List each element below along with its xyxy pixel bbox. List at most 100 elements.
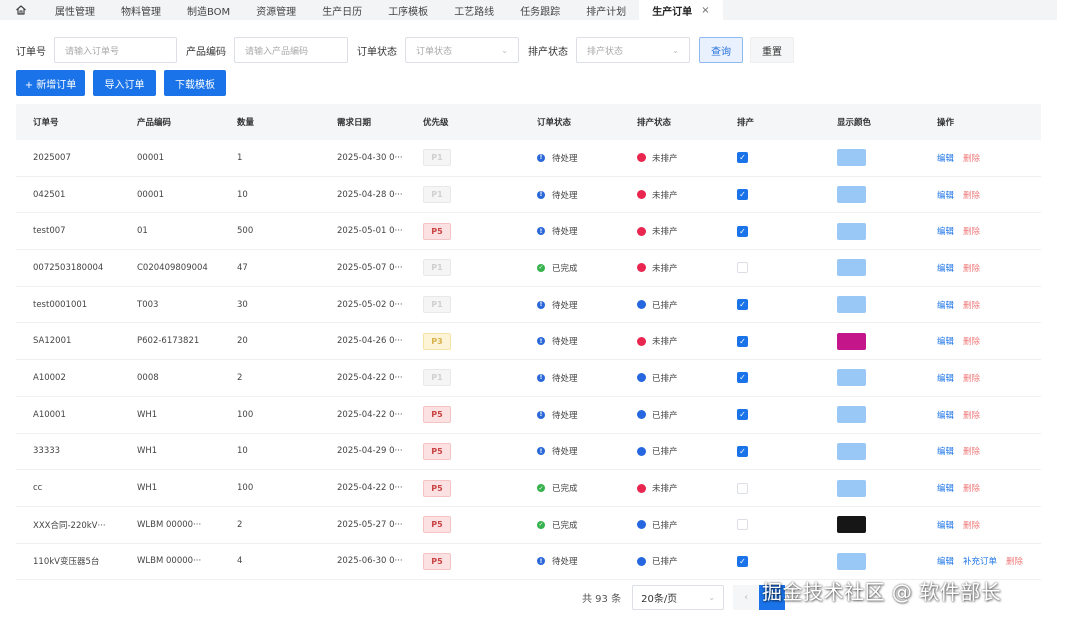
schedule-checkbox[interactable]: ✓ [737, 225, 748, 237]
edit-link[interactable]: 编辑 [937, 225, 954, 237]
display-color-cell [820, 259, 920, 277]
display-color-cell [820, 296, 920, 314]
order-status-select[interactable]: 订单状态 ⌄ [405, 37, 519, 63]
schedule-cell: ✓ [720, 189, 820, 201]
tab-item[interactable]: 物料管理 [108, 0, 174, 20]
delete-link[interactable]: 删除 [963, 262, 980, 274]
schedule-checkbox[interactable]: ✓ [737, 299, 748, 311]
info-circle-icon: ! [537, 300, 545, 309]
priority-cell: P1 [406, 296, 520, 314]
schedule-checkbox[interactable] [737, 519, 748, 531]
color-swatch [837, 149, 866, 167]
schedule-checkbox[interactable]: ✓ [737, 409, 748, 421]
tab-item[interactable]: 工艺路线 [441, 0, 507, 20]
edit-link[interactable]: 编辑 [937, 372, 954, 384]
schedule-status-text: 未排产 [652, 153, 678, 164]
edit-link[interactable]: 编辑 [937, 409, 954, 421]
schedule-checkbox[interactable] [737, 482, 748, 494]
schedule-checkbox[interactable]: ✓ [737, 335, 748, 347]
delete-link[interactable]: 删除 [963, 409, 980, 421]
edit-link[interactable]: 编辑 [937, 189, 954, 201]
product-code-cell: WH1 [137, 483, 158, 494]
order-no-cell: A10001 [33, 409, 66, 420]
home-tab[interactable] [0, 0, 42, 20]
order-status-text: 待处理 [552, 410, 578, 421]
edit-link[interactable]: 编辑 [937, 152, 954, 164]
download-template-button[interactable]: 下载模板 [164, 70, 226, 96]
tab-label: 任务跟踪 [520, 6, 561, 18]
edit-link[interactable]: 编辑 [937, 262, 954, 274]
tab-item[interactable]: 制造BOM [174, 0, 243, 20]
delete-link[interactable]: 删除 [963, 189, 980, 201]
page-size-select[interactable]: 20条/页 ⌄ [632, 585, 725, 610]
column-header: 排产 [737, 118, 755, 128]
schedule-status-select[interactable]: 排产状态 ⌄ [576, 37, 690, 63]
supplement-order-link[interactable]: 补充订单 [963, 555, 997, 567]
schedule-status-cell: 已排产 [620, 519, 720, 531]
reset-button[interactable]: 重置 [750, 37, 794, 63]
display-color-cell [820, 442, 920, 460]
delete-link[interactable]: 删除 [1006, 555, 1023, 567]
operations-cell: 编辑 删除 [920, 445, 1041, 457]
schedule-checkbox[interactable]: ✓ [737, 189, 748, 201]
schedule-cell: ✓ [720, 555, 820, 567]
product-code-input[interactable]: 请输入产品编码 [234, 37, 348, 63]
quantity-cell: 10 [237, 446, 248, 457]
add-order-button[interactable]: + 新增订单 [16, 70, 85, 96]
delete-link[interactable]: 删除 [963, 445, 980, 457]
prev-page-button[interactable]: ‹ [733, 585, 760, 610]
schedule-status-text: 已排产 [652, 373, 678, 384]
schedule-checkbox[interactable]: ✓ [737, 152, 748, 164]
order-no-cell: A10002 [33, 372, 66, 383]
order-no-input[interactable]: 请输入订单号 [54, 37, 177, 63]
import-order-button[interactable]: 导入订单 [93, 70, 156, 96]
info-circle-icon: ! [537, 227, 545, 236]
edit-link[interactable]: 编辑 [937, 445, 954, 457]
order-no-cell: 042501 [33, 189, 66, 200]
edit-link[interactable]: 编辑 [937, 335, 954, 347]
priority-tag: P5 [423, 222, 451, 240]
quantity-cell: 47 [237, 262, 248, 273]
filter-bar: 订单号 请输入订单号 产品编码 请输入产品编码 订单状态 订单状态 ⌄ 排产状态… [16, 37, 794, 63]
order-status-text: 待处理 [552, 557, 578, 568]
delete-link[interactable]: 删除 [963, 372, 980, 384]
edit-link[interactable]: 编辑 [937, 555, 954, 567]
schedule-checkbox[interactable]: ✓ [737, 555, 748, 567]
order-status-text: 待处理 [552, 373, 578, 384]
delete-link[interactable]: 删除 [963, 152, 980, 164]
delete-link[interactable]: 删除 [963, 335, 980, 347]
display-color-cell [820, 479, 920, 497]
tab-item[interactable]: 排产计划 [573, 0, 639, 20]
edit-link[interactable]: 编辑 [937, 482, 954, 494]
tab-item[interactable]: 生产日历 [309, 0, 375, 20]
tab-item[interactable]: 工序模板 [375, 0, 441, 20]
order-status-text: 待处理 [552, 447, 578, 458]
order-status-cell: ! 待处理 [520, 555, 620, 567]
delete-link[interactable]: 删除 [963, 225, 980, 237]
query-button[interactable]: 查询 [699, 37, 743, 63]
edit-link[interactable]: 编辑 [937, 519, 954, 531]
delete-link[interactable]: 删除 [963, 482, 980, 494]
status-dot-icon [637, 190, 646, 200]
info-circle-icon: ! [537, 190, 545, 199]
table-row: A10001 WH1 100 2025-04-22 0··· P5! 待处理 已排产 ✓ 编辑删… [16, 397, 1041, 434]
product-code-cell: C020409809004 [137, 262, 208, 273]
quantity-cell: 100 [237, 409, 254, 420]
info-circle-icon: ! [537, 447, 545, 456]
schedule-checkbox[interactable] [737, 262, 748, 274]
delete-link[interactable]: 删除 [963, 519, 980, 531]
info-circle-icon: ! [537, 410, 545, 419]
close-icon[interactable]: × [701, 5, 709, 16]
tab-item[interactable]: 任务跟踪 [507, 0, 573, 20]
edit-link[interactable]: 编辑 [937, 299, 954, 311]
tab-item[interactable]: 属性管理 [42, 0, 108, 20]
status-dot-icon [637, 410, 646, 420]
schedule-checkbox[interactable]: ✓ [737, 372, 748, 384]
tab-item[interactable]: 生产订单 × [639, 0, 723, 20]
tab-item[interactable]: 资源管理 [243, 0, 309, 20]
pagination: 共 93 条 20条/页 ⌄ ‹ 1 [582, 585, 786, 610]
status-dot-icon [637, 483, 646, 493]
order-status-text: 已完成 [552, 520, 578, 531]
schedule-checkbox[interactable]: ✓ [737, 445, 748, 457]
delete-link[interactable]: 删除 [963, 299, 980, 311]
